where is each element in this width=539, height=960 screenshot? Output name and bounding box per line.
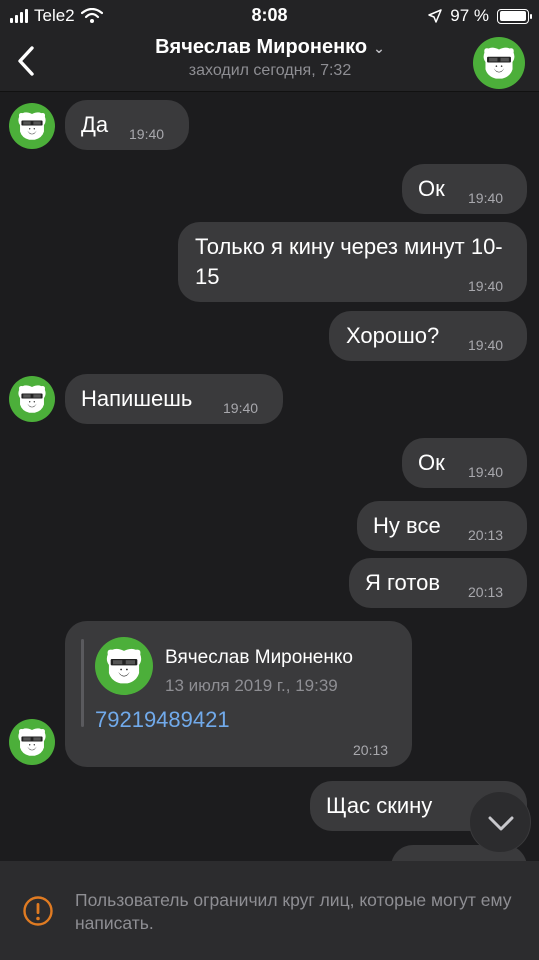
avatar[interactable] [95, 637, 153, 695]
message-bubble[interactable]: Я готов 20:13 [349, 558, 527, 608]
message-bubble[interactable]: Напишешь 19:40 [65, 374, 283, 424]
message-time: 19:40 [468, 464, 504, 480]
chevron-down-icon: ⌄ [373, 40, 385, 56]
avatar[interactable] [473, 37, 525, 89]
message-bubble[interactable]: Да 19:40 [65, 100, 189, 150]
message-time: 19:40 [468, 190, 504, 206]
message-bubble[interactable]: Ок 19:40 [402, 164, 527, 214]
battery-percent: 97 % [450, 6, 489, 25]
message-text: Я готов [365, 570, 441, 595]
contact-name: Вячеслав Мироненко [155, 36, 368, 58]
chevron-down-icon [488, 816, 514, 831]
message-bubble[interactable]: Хорошо? 19:40 [329, 311, 527, 361]
message-text: Ок [418, 450, 445, 475]
message-text: Ну все [373, 513, 441, 538]
forward-bar [81, 639, 84, 727]
message-time: 19:40 [468, 278, 504, 294]
message-bubble[interactable]: Ну все 20:13 [357, 501, 527, 551]
chat-title: Вячеслав Мироненко ⌄ [80, 36, 460, 59]
message-time: 19:40 [468, 337, 504, 353]
message-list[interactable]: Да 19:40 Ок 19:40 Только я кину через ми… [0, 93, 539, 861]
message-text: Хорошо? [346, 323, 440, 348]
message-text: Напишешь [81, 386, 193, 411]
message-text: Только я кину через минут 10-15 [195, 234, 503, 289]
avatar[interactable] [9, 376, 55, 422]
forwarded-message[interactable]: Вячеслав Мироненко 13 июля 2019 г., 19:3… [65, 621, 412, 767]
message-text: Да [81, 112, 109, 137]
message-bubble[interactable]: Только я кину через минут 10-15 19:40 [178, 222, 527, 302]
back-icon[interactable] [12, 44, 42, 78]
location-icon [428, 9, 442, 23]
scroll-down-button[interactable] [469, 791, 531, 853]
warning-icon [23, 896, 53, 926]
message-text: Щас скину [326, 793, 433, 818]
message-time: 19:40 [129, 126, 165, 142]
forwarded-author: Вячеслав Мироненко [165, 647, 353, 668]
message-time: 20:13 [468, 527, 504, 543]
message-time: 20:13 [353, 742, 389, 758]
restriction-notice: Пользователь ограничил круг лиц, которые… [0, 861, 539, 960]
last-seen: заходил сегодня, 7:32 [188, 62, 352, 79]
chat-title-area[interactable]: Вячеслав Мироненко ⌄ заходил сегодня, 7:3… [80, 36, 460, 80]
forwarded-date: 13 июля 2019 г., 19:39 [165, 676, 338, 695]
battery-icon [497, 8, 532, 24]
avatar[interactable] [9, 719, 55, 765]
chat-header: Вячеслав Мироненко ⌄ заходил сегодня, 7:3… [0, 32, 539, 92]
message-text: Ок [418, 176, 445, 201]
notice-text: Пользователь ограничил круг лиц, которые… [75, 890, 512, 933]
message-time: 20:13 [468, 584, 504, 600]
message-bubble[interactable]: Ок 19:40 [402, 438, 527, 488]
status-bar: Tele2 8:08 97 % [0, 0, 539, 32]
phone-link[interactable]: 79219489421 [95, 705, 230, 735]
message-time: 19:40 [223, 400, 259, 416]
avatar[interactable] [9, 103, 55, 149]
